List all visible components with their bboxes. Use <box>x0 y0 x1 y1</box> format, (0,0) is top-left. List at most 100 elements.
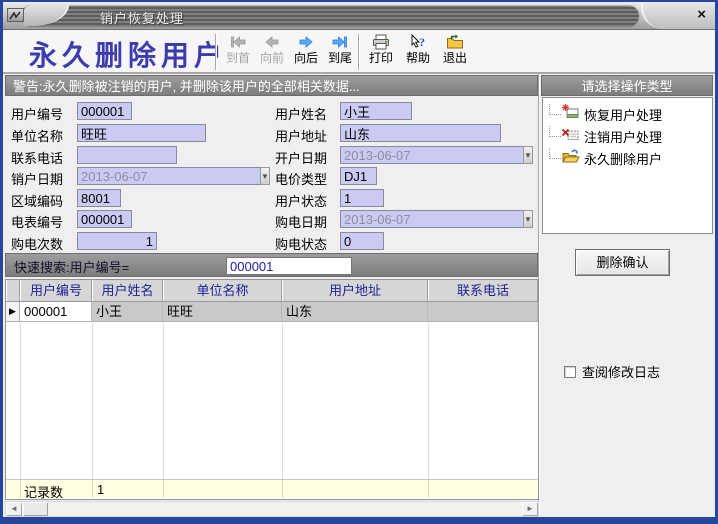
tree-item-delete-user[interactable]: 永久删除用户 <box>543 147 712 169</box>
price-type-field[interactable] <box>340 167 377 185</box>
column-header[interactable]: 用户姓名 <box>92 280 163 301</box>
user-name-field[interactable] <box>340 102 412 120</box>
cell-user-id[interactable]: 000001 <box>20 302 92 321</box>
column-header[interactable]: 用户地址 <box>282 280 428 301</box>
field-label: 联系电话 <box>11 148 63 167</box>
scroll-left-icon[interactable]: ◄ <box>6 502 22 516</box>
open-date-input[interactable] <box>340 146 523 164</box>
indicator-header <box>6 280 20 301</box>
user-table: 用户编号 用户姓名 单位名称 用户地址 联系电话 ▶ 000001 小王 旺旺 … <box>5 279 539 500</box>
field-label: 购电次数 <box>11 234 63 253</box>
user-status-field[interactable] <box>340 189 384 207</box>
toolbar-separator <box>358 34 360 70</box>
delete-user-folder-icon <box>562 148 580 169</box>
scroll-right-icon[interactable]: ► <box>522 502 538 516</box>
table-footer-row: 记录数 1 <box>6 479 538 498</box>
dropdown-arrow-icon[interactable]: ▼ <box>523 210 533 228</box>
cell-phone[interactable] <box>428 302 538 321</box>
tree-connector <box>549 126 561 137</box>
field-label: 购电日期 <box>275 212 327 231</box>
column-header[interactable]: 单位名称 <box>163 280 282 301</box>
field-label: 用户状态 <box>275 191 327 210</box>
user-id-field[interactable] <box>77 102 132 120</box>
tree-connector <box>549 148 561 159</box>
dropdown-arrow-icon[interactable]: ▼ <box>523 146 533 164</box>
unit-name-field[interactable] <box>77 124 206 142</box>
print-button[interactable]: 打印 <box>364 33 398 71</box>
nav-first-button[interactable]: 到首 <box>221 33 255 71</box>
table-row[interactable]: ▶ 000001 小王 旺旺 山东 <box>6 302 538 322</box>
next-arrow-icon <box>298 33 314 51</box>
field-label: 销户日期 <box>11 169 63 188</box>
purchase-count-field[interactable] <box>77 232 157 250</box>
field-label: 开户日期 <box>275 148 327 167</box>
tree-item-restore-user[interactable]: 恢复用户处理 <box>543 103 712 125</box>
scrollbar-thumb[interactable] <box>23 502 48 516</box>
field-label: 区域编码 <box>11 191 63 210</box>
purchase-date-input[interactable] <box>340 210 523 228</box>
title-bar: 销户恢复处理 × <box>3 2 715 30</box>
search-label: 快速搜索:用户编号= <box>14 257 129 278</box>
toolbar: 永久删除用户 到首 向前 向后 到尾 <box>3 30 715 74</box>
view-log-checkbox-label: 查阅修改日志 <box>582 362 660 381</box>
meter-id-field[interactable] <box>77 210 132 228</box>
window-title: 销户恢复处理 <box>100 8 184 27</box>
toolbar-separator <box>215 34 217 70</box>
side-panel-header: 请选择操作类型 <box>541 75 713 96</box>
record-count-value: 1 <box>97 482 104 497</box>
table-header-row: 用户编号 用户姓名 单位名称 用户地址 联系电话 <box>6 280 538 302</box>
cell-user-name[interactable]: 小王 <box>92 302 163 321</box>
close-button[interactable]: × <box>697 6 706 24</box>
region-code-field[interactable] <box>77 189 121 207</box>
column-header[interactable]: 用户编号 <box>20 280 92 301</box>
column-header[interactable]: 联系电话 <box>428 280 538 301</box>
purchase-date-field[interactable]: ▼ <box>340 210 441 228</box>
field-label: 用户姓名 <box>275 104 327 123</box>
record-count-label: 记录数 <box>24 482 63 501</box>
cell-address[interactable]: 山东 <box>282 302 428 321</box>
cancel-user-icon <box>562 126 580 147</box>
last-arrow-icon <box>332 33 348 51</box>
cell-unit-name[interactable]: 旺旺 <box>163 302 282 321</box>
title-bar-right-zone: × <box>641 2 715 29</box>
exit-button[interactable]: 退出 <box>438 33 472 71</box>
tree-item-cancel-user[interactable]: 注销用户处理 <box>543 125 712 147</box>
help-icon: ? <box>409 33 427 51</box>
warning-bar: 警告:永久删除被注销的用户, 并删除该用户的全部相关数据... <box>5 75 538 96</box>
row-indicator-icon: ▶ <box>6 302 20 321</box>
field-label: 电表编号 <box>11 212 63 231</box>
search-input[interactable] <box>226 257 352 275</box>
view-log-checkbox-row[interactable]: 查阅修改日志 <box>564 362 660 381</box>
nav-prev-button[interactable]: 向前 <box>255 33 289 71</box>
svg-text:?: ? <box>419 35 425 49</box>
restore-user-icon <box>562 104 580 125</box>
cancel-date-field[interactable]: ▼ <box>77 167 175 185</box>
app-window: 销户恢复处理 × 永久删除用户 到首 向前 向后 <box>0 0 718 524</box>
cancel-date-input[interactable] <box>77 167 260 185</box>
exit-icon <box>446 33 464 51</box>
view-log-checkbox[interactable] <box>564 366 576 378</box>
purchase-status-field[interactable] <box>340 232 384 250</box>
quick-search-bar: 快速搜索:用户编号= <box>5 253 538 277</box>
first-arrow-icon <box>230 33 246 51</box>
field-label: 电价类型 <box>275 169 327 188</box>
page-title: 永久删除用户 <box>29 34 227 74</box>
window-icon <box>7 8 24 22</box>
open-date-field[interactable]: ▼ <box>340 146 441 164</box>
field-label: 用户地址 <box>275 126 327 145</box>
dropdown-arrow-icon[interactable]: ▼ <box>260 167 270 185</box>
nav-last-button[interactable]: 到尾 <box>323 33 357 71</box>
printer-icon <box>372 33 390 51</box>
field-label: 购电状态 <box>275 234 327 253</box>
tree-connector <box>549 104 561 115</box>
delete-confirm-button[interactable]: 删除确认 <box>575 249 670 276</box>
table-empty-body <box>6 323 538 479</box>
horizontal-scrollbar[interactable]: ◄ ► <box>5 501 539 517</box>
prev-arrow-icon <box>264 33 280 51</box>
window-inner: 销户恢复处理 × 永久删除用户 到首 向前 向后 <box>3 2 715 517</box>
phone-field[interactable] <box>77 146 177 164</box>
user-address-field[interactable] <box>340 124 501 142</box>
nav-next-button[interactable]: 向后 <box>289 33 323 71</box>
help-button[interactable]: ? 帮助 <box>401 33 435 71</box>
field-label: 单位名称 <box>11 126 63 145</box>
